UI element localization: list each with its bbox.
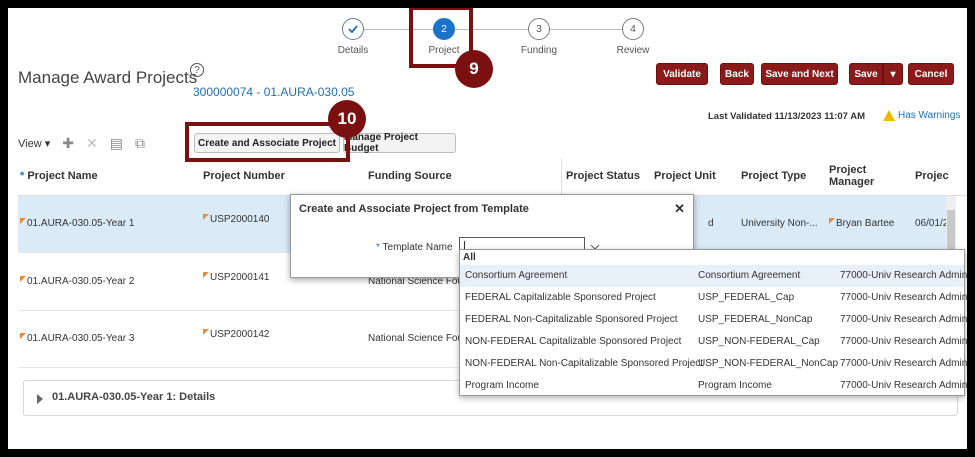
scrollbar-thumb[interactable]	[947, 210, 955, 250]
validate-button[interactable]: Validate	[656, 63, 708, 85]
column-header-project-number[interactable]: Project Number	[203, 170, 285, 182]
option-name: FEDERAL Capitalizable Sponsored Project	[465, 292, 656, 303]
check-icon	[342, 18, 364, 40]
back-button[interactable]: Back	[720, 63, 754, 85]
dropdown-option[interactable]: Consortium Agreement Consortium Agreemen…	[460, 265, 968, 287]
project-name-cell: 01.AURA-030.05-Year 2	[20, 276, 134, 287]
dropdown-all-header: All	[463, 252, 476, 263]
option-name: NON-FEDERAL Non-Capitalizable Sponsored …	[465, 358, 704, 369]
column-header-funding-source[interactable]: Funding Source	[368, 170, 452, 182]
option-code: USP_NON-FEDERAL_Cap	[698, 336, 820, 347]
cancel-button[interactable]: Cancel	[908, 63, 954, 85]
option-code: Program Income	[698, 380, 772, 391]
warnings-label: Has Warnings	[898, 110, 961, 121]
last-validated: Last Validated 11/13/2023 11:07 AM	[708, 111, 865, 122]
project-start-cell: 06/01/2	[915, 218, 949, 229]
option-code: USP_FEDERAL_Cap	[698, 292, 795, 303]
save-and-next-button[interactable]: Save and Next	[761, 63, 838, 85]
project-manager-cell: Bryan Bartee	[829, 218, 894, 229]
project-name-cell: 01.AURA-030.05-Year 1	[20, 218, 134, 229]
column-header-project-start[interactable]: Projec	[915, 170, 949, 182]
last-validated-value: 11/13/2023 11:07 AM	[774, 111, 866, 122]
option-name: Consortium Agreement	[465, 270, 568, 281]
train-step-details[interactable]: Details	[318, 18, 388, 56]
option-name: NON-FEDERAL Capitalizable Sponsored Proj…	[465, 336, 682, 347]
option-org: 77000-Univ Research Admin	[840, 380, 968, 391]
flag-icon	[203, 272, 209, 278]
train-step-review[interactable]: 4 Review	[598, 18, 668, 56]
details-label: 01.AURA-030.05-Year 1: Details	[52, 391, 216, 403]
train-step-label: Details	[337, 45, 369, 56]
flag-icon	[203, 329, 209, 335]
close-icon[interactable]: ✕	[674, 201, 685, 217]
column-header-project-manager[interactable]: Project Manager	[829, 164, 879, 188]
project-number-cell: USP2000142	[203, 329, 270, 340]
warning-icon	[883, 110, 895, 121]
dialog-title: Create and Associate Project from Templa…	[299, 203, 529, 215]
manage-project-budget-button[interactable]: Manage Project Budget	[343, 132, 456, 154]
callout-number: 10	[328, 100, 366, 138]
add-icon[interactable]: ✚	[62, 135, 74, 152]
delete-icon[interactable]: ✕	[86, 135, 98, 152]
train-step-label: Funding	[520, 45, 558, 56]
column-header-project-type[interactable]: Project Type	[741, 170, 806, 182]
option-org: 77000-Univ Research Admin	[840, 292, 968, 303]
column-header-project-name[interactable]: * Project Name	[20, 170, 98, 182]
option-code: USP_NON-FEDERAL_NonCap	[698, 358, 839, 369]
project-type-cell: University Non-...	[741, 218, 818, 229]
callout-number: 9	[455, 50, 493, 88]
column-header-project-status[interactable]: Project Status	[566, 170, 640, 182]
step-number: 4	[622, 18, 644, 40]
flag-icon	[829, 218, 835, 224]
option-org: 77000-Univ Research Admin	[840, 336, 968, 347]
funding-source-cell: National Science Four	[368, 333, 467, 344]
view-menu[interactable]: View ▾	[18, 137, 50, 150]
option-name: FEDERAL Non-Capitalizable Sponsored Proj…	[465, 314, 678, 325]
help-icon[interactable]: ?	[190, 63, 204, 77]
step-number: 3	[528, 18, 550, 40]
train-step-label: Review	[616, 45, 650, 56]
table-toolbar: View ▾ ✚ ✕ ▤ ⧉	[18, 132, 145, 154]
train-step-funding[interactable]: 3 Funding	[504, 18, 574, 56]
app-window: Details 2 Project 3 Funding 4 Review 9 M…	[6, 6, 969, 451]
award-link[interactable]: 300000074 - 01.AURA-030.05	[193, 85, 354, 99]
column-divider	[561, 158, 562, 195]
callout-box-create	[185, 122, 350, 162]
option-code: Consortium Agreement	[698, 270, 801, 281]
option-name: Program Income	[465, 380, 539, 391]
last-validated-label: Last Validated	[708, 111, 772, 122]
warnings-link[interactable]: Has Warnings	[883, 110, 960, 121]
flag-icon	[20, 218, 26, 224]
option-org: 77000-Univ Research Admin	[840, 270, 968, 281]
option-org: 77000-Univ Research Admin	[840, 314, 968, 325]
option-code: USP_FEDERAL_NonCap	[698, 314, 813, 325]
detach-icon[interactable]: ⧉	[135, 135, 145, 152]
dropdown-option[interactable]: FEDERAL Capitalizable Sponsored Project …	[460, 287, 968, 309]
template-dropdown-list: All Consortium Agreement Consortium Agre…	[459, 249, 968, 397]
flag-icon	[20, 276, 26, 282]
dropdown-option[interactable]: NON-FEDERAL Non-Capitalizable Sponsored …	[460, 353, 968, 375]
dropdown-option[interactable]: Program Income Program Income 77000-Univ…	[460, 375, 968, 397]
project-number-cell: USP2000141	[203, 272, 270, 283]
expand-icon[interactable]	[37, 394, 43, 404]
option-org: 77000-Univ Research Admin	[840, 358, 968, 369]
flag-icon	[203, 214, 209, 220]
project-name-cell: 01.AURA-030.05-Year 3	[20, 333, 134, 344]
dropdown-option[interactable]: NON-FEDERAL Capitalizable Sponsored Proj…	[460, 331, 968, 353]
process-train: Details 2 Project 3 Funding 4 Review	[318, 18, 678, 68]
project-unit-cell: d	[708, 218, 714, 229]
save-button[interactable]: Save	[849, 63, 883, 85]
column-header-project-unit[interactable]: Project Unit	[654, 170, 716, 182]
save-menu-icon[interactable]: ▾	[883, 63, 903, 85]
page-title: Manage Award Projects	[18, 68, 198, 87]
table-header: * Project Name Project Number Funding So…	[18, 158, 966, 196]
dropdown-option[interactable]: FEDERAL Non-Capitalizable Sponsored Proj…	[460, 309, 968, 331]
project-number-cell: USP2000140	[203, 214, 270, 225]
template-name-label: * Template Name	[376, 242, 453, 253]
export-icon[interactable]: ▤	[110, 135, 123, 152]
flag-icon	[20, 333, 26, 339]
